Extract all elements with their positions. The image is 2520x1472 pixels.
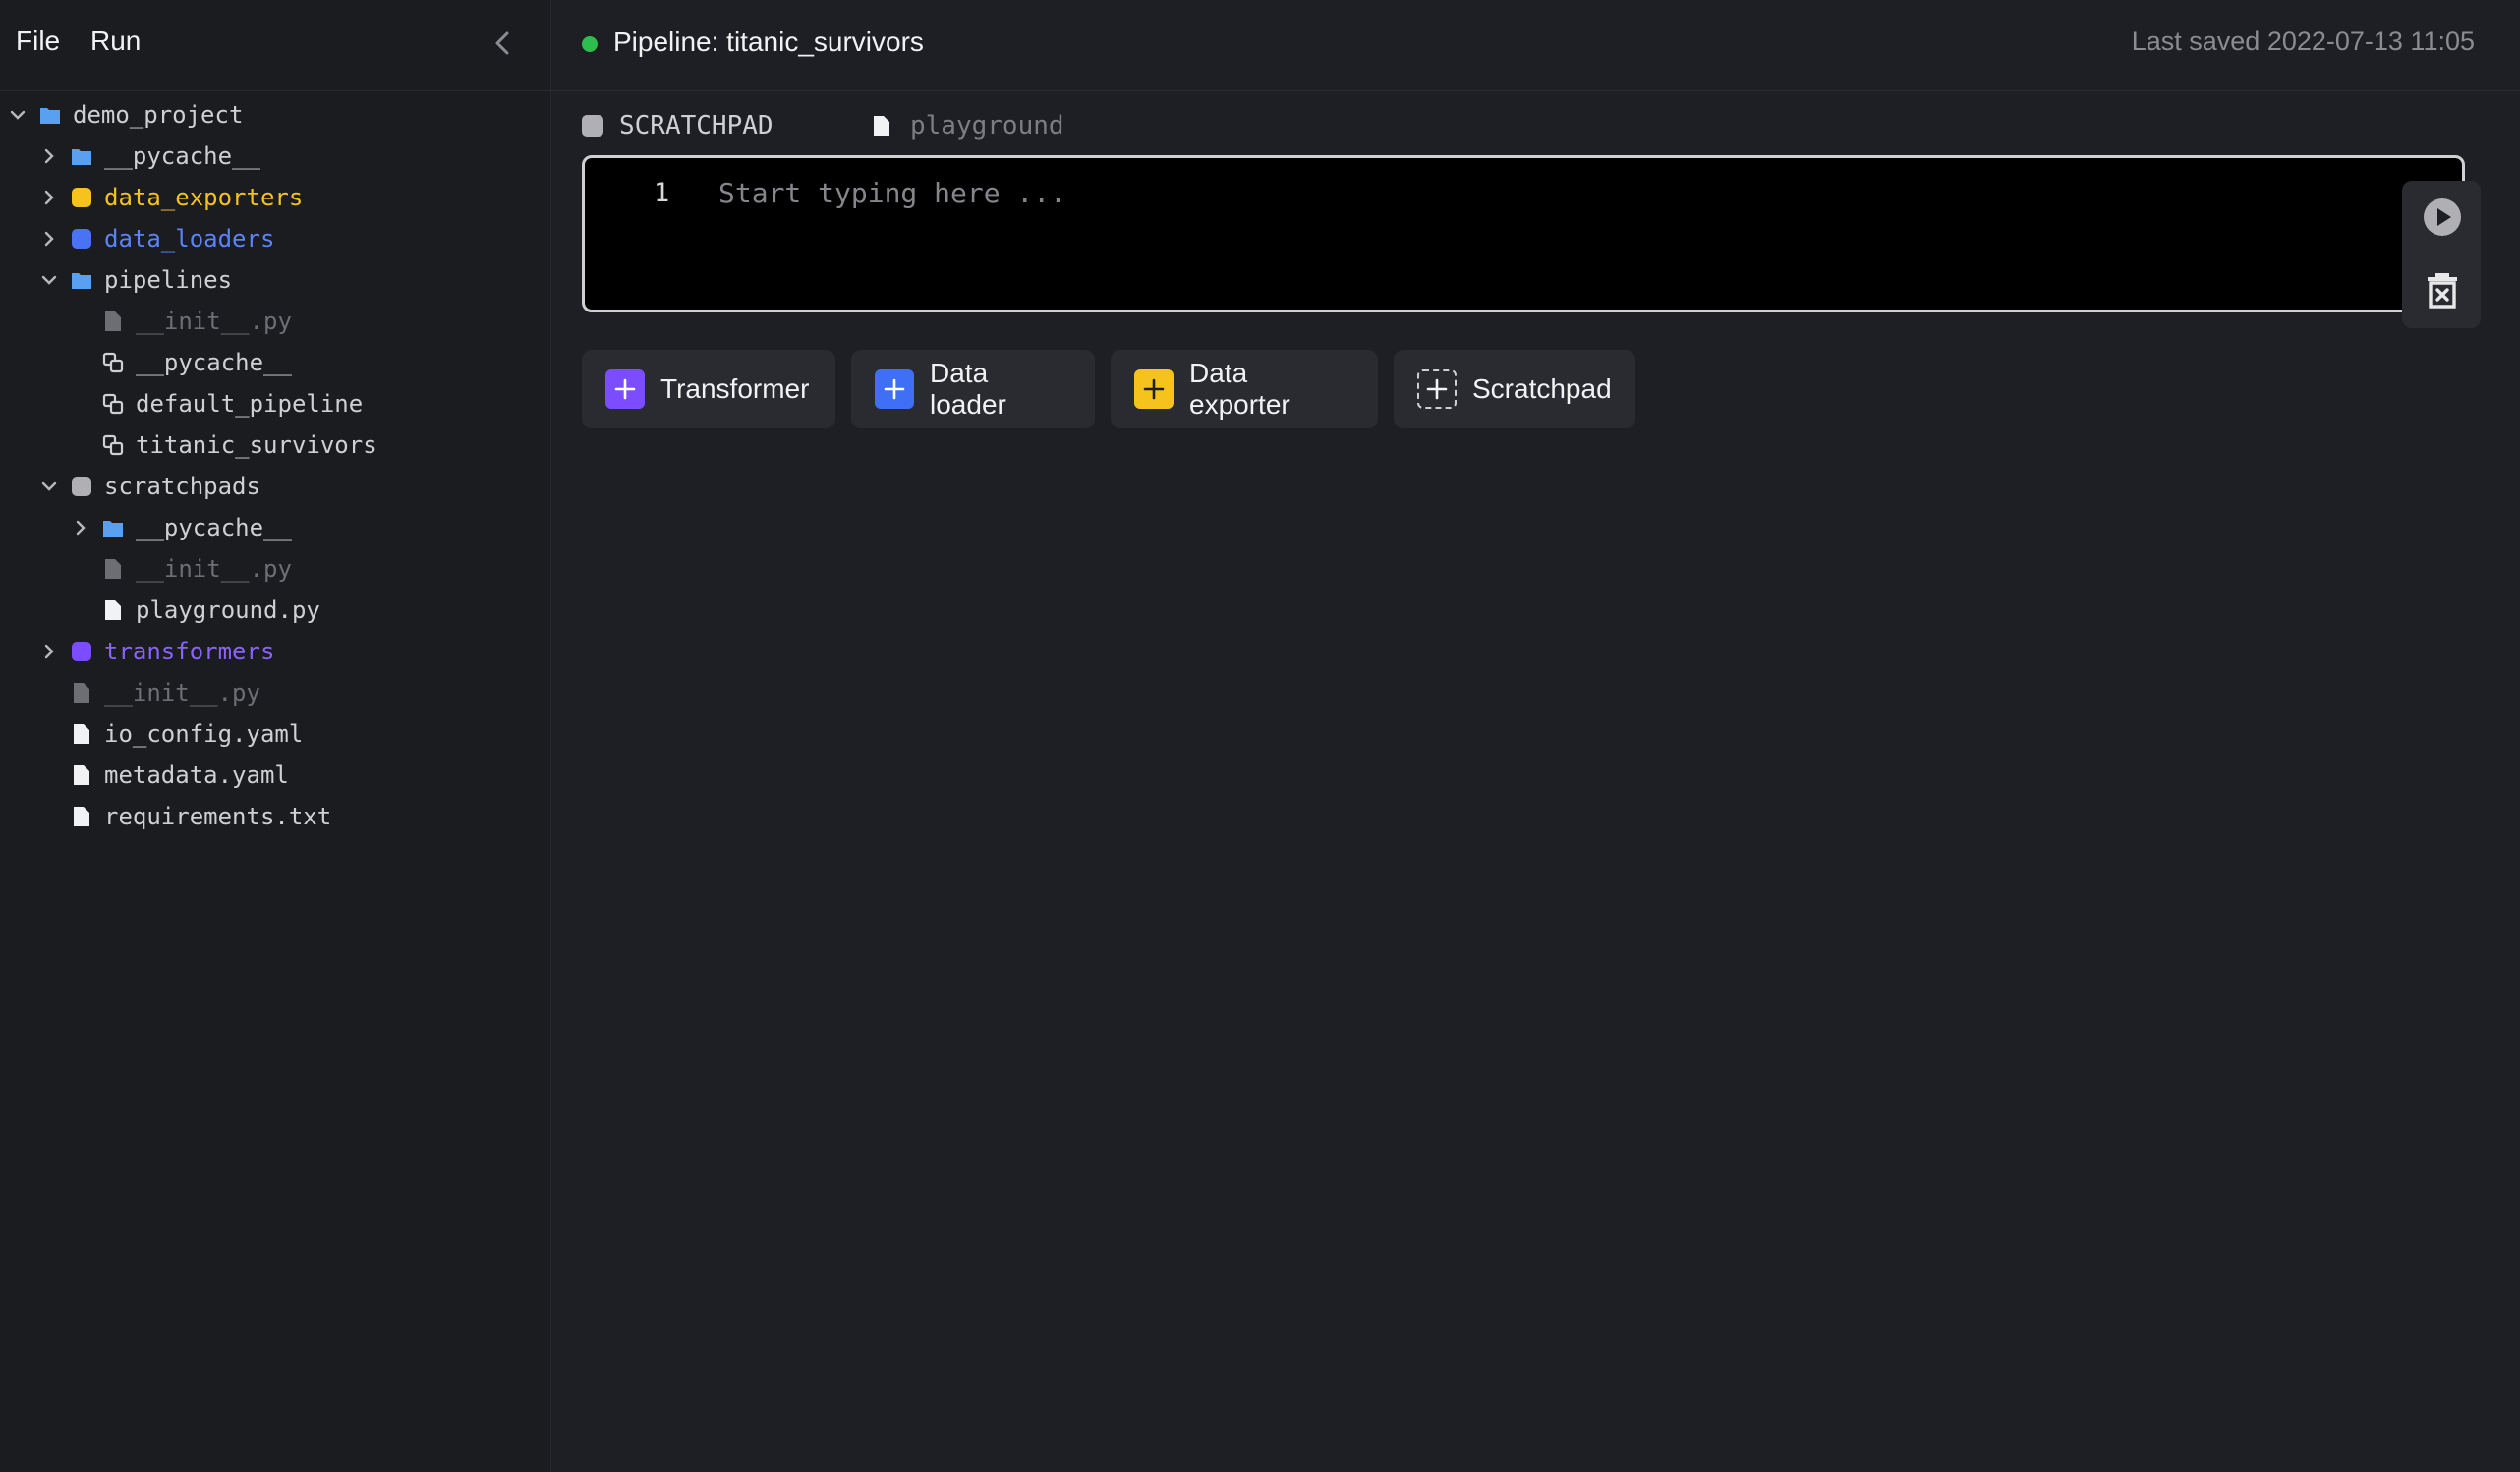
- tree-item-label: demo_project: [73, 101, 243, 129]
- chevron-right-icon: [39, 642, 59, 661]
- file-icon: [102, 599, 124, 621]
- chevron-right-icon: [39, 229, 59, 249]
- run-block-icon[interactable]: [2422, 197, 2463, 238]
- tree-folder-pycache[interactable]: __pycache__: [39, 136, 260, 177]
- tree-file-playground-py[interactable]: playground.py: [71, 590, 320, 631]
- collapse-sidebar-icon[interactable]: [487, 28, 519, 59]
- tree-file-requirements[interactable]: requirements.txt: [39, 796, 331, 837]
- plus-icon: [605, 369, 645, 409]
- file-browser-sidebar: File Run demo_project __pycache__ data_e…: [0, 0, 551, 1472]
- file-icon: [71, 723, 92, 745]
- file-icon: [71, 682, 92, 704]
- transformer-icon: [71, 641, 92, 662]
- tree-item-label: metadata.yaml: [104, 762, 289, 789]
- tree-item-label: default_pipeline: [136, 390, 363, 418]
- last-saved-timestamp: Last saved 2022-07-13 11:05: [2132, 27, 2475, 57]
- tree-folder-data-exporters[interactable]: data_exporters: [39, 177, 303, 218]
- tree-file-init-py[interactable]: __init__.py: [71, 301, 292, 342]
- tree-pipeline-pycache[interactable]: __pycache__: [71, 342, 292, 383]
- tab-scratchpad[interactable]: SCRATCHPAD: [582, 106, 773, 145]
- block-actions: [2402, 181, 2481, 328]
- tree-folder-demo-project[interactable]: demo_project: [8, 94, 243, 136]
- delete-block-icon[interactable]: [2422, 269, 2463, 311]
- tree-item-label: requirements.txt: [104, 803, 331, 830]
- chevron-right-icon: [71, 518, 90, 538]
- plus-icon: [1417, 369, 1457, 409]
- run-menu[interactable]: Run: [90, 26, 141, 57]
- scratchpad-icon: [582, 115, 603, 137]
- tree-item-label: pipelines: [104, 266, 232, 294]
- file-icon: [71, 806, 92, 827]
- add-transformer-button[interactable]: Transformer: [582, 350, 835, 428]
- chevron-down-icon: [39, 477, 59, 496]
- plus-icon: [1134, 369, 1174, 409]
- tab-label: playground: [910, 111, 1064, 141]
- tree-folder-pipelines[interactable]: pipelines: [39, 259, 232, 301]
- plus-icon: [875, 369, 914, 409]
- tree-item-label: data_exporters: [104, 184, 303, 211]
- tree-item-label: __pycache__: [136, 349, 292, 376]
- tree-pipeline-titanic-survivors[interactable]: titanic_survivors: [71, 425, 377, 466]
- tree-item-label: transformers: [104, 638, 274, 665]
- tab-label: SCRATCHPAD: [619, 111, 773, 141]
- tree-file-io-config[interactable]: io_config.yaml: [39, 713, 303, 755]
- tree-file-init-py[interactable]: __init__.py: [71, 548, 292, 590]
- status-dot-icon: [582, 36, 598, 52]
- tree-folder-data-loaders[interactable]: data_loaders: [39, 218, 274, 259]
- data-exporter-icon: [71, 187, 92, 208]
- tree-pipeline-default[interactable]: default_pipeline: [71, 383, 363, 425]
- tree-folder-transformers[interactable]: transformers: [39, 631, 274, 672]
- file-icon: [102, 558, 124, 580]
- file-icon: [873, 115, 890, 137]
- tree-item-label: playground.py: [136, 596, 320, 624]
- tree-item-label: data_loaders: [104, 225, 274, 253]
- line-number: 1: [654, 178, 669, 208]
- button-label: Scratchpad: [1472, 373, 1612, 405]
- chevron-down-icon: [8, 105, 28, 125]
- chevron-right-icon: [39, 146, 59, 166]
- tree-folder-scratchpads-pycache[interactable]: __pycache__: [71, 507, 292, 548]
- file-icon: [71, 764, 92, 786]
- chevron-down-icon: [39, 270, 59, 290]
- pipeline-icon: [102, 352, 124, 373]
- folder-icon: [71, 145, 92, 167]
- add-data-exporter-button[interactable]: Data exporter: [1111, 350, 1378, 428]
- code-input[interactable]: [716, 172, 2391, 213]
- tree-item-label: __init__.py: [136, 555, 292, 583]
- sidebar-header: File Run: [0, 0, 550, 91]
- folder-icon: [39, 104, 61, 126]
- tree-item-label: titanic_survivors: [136, 431, 377, 459]
- code-editor[interactable]: 1: [582, 155, 2465, 312]
- pipeline-icon: [102, 393, 124, 415]
- tree-item-label: __init__.py: [104, 679, 260, 707]
- tree-item-label: scratchpads: [104, 473, 260, 500]
- tree-item-label: __init__.py: [136, 308, 292, 335]
- folder-icon: [102, 517, 124, 538]
- tree-folder-scratchpads[interactable]: scratchpads: [39, 466, 260, 507]
- scratchpad-icon: [71, 476, 92, 497]
- pipeline-icon: [102, 434, 124, 456]
- pipeline-title: Pipeline: titanic_survivors: [613, 27, 924, 58]
- tree-item-label: __pycache__: [136, 514, 292, 541]
- folder-icon: [71, 269, 92, 291]
- button-label: Data exporter: [1189, 358, 1354, 421]
- add-data-loader-button[interactable]: Data loader: [851, 350, 1095, 428]
- file-menu[interactable]: File: [16, 26, 60, 57]
- button-label: Data loader: [930, 358, 1071, 421]
- pipeline-header: Pipeline: titanic_survivors Last saved 2…: [550, 0, 2520, 91]
- tree-file-init-py[interactable]: __init__.py: [39, 672, 260, 713]
- file-icon: [102, 311, 124, 332]
- tab-playground[interactable]: playground: [873, 106, 1064, 145]
- tree-item-label: __pycache__: [104, 142, 260, 170]
- data-loader-icon: [71, 228, 92, 250]
- tree-item-label: io_config.yaml: [104, 720, 303, 748]
- chevron-right-icon: [39, 188, 59, 207]
- tree-file-metadata[interactable]: metadata.yaml: [39, 755, 289, 796]
- button-label: Transformer: [660, 373, 809, 405]
- add-scratchpad-button[interactable]: Scratchpad: [1394, 350, 1635, 428]
